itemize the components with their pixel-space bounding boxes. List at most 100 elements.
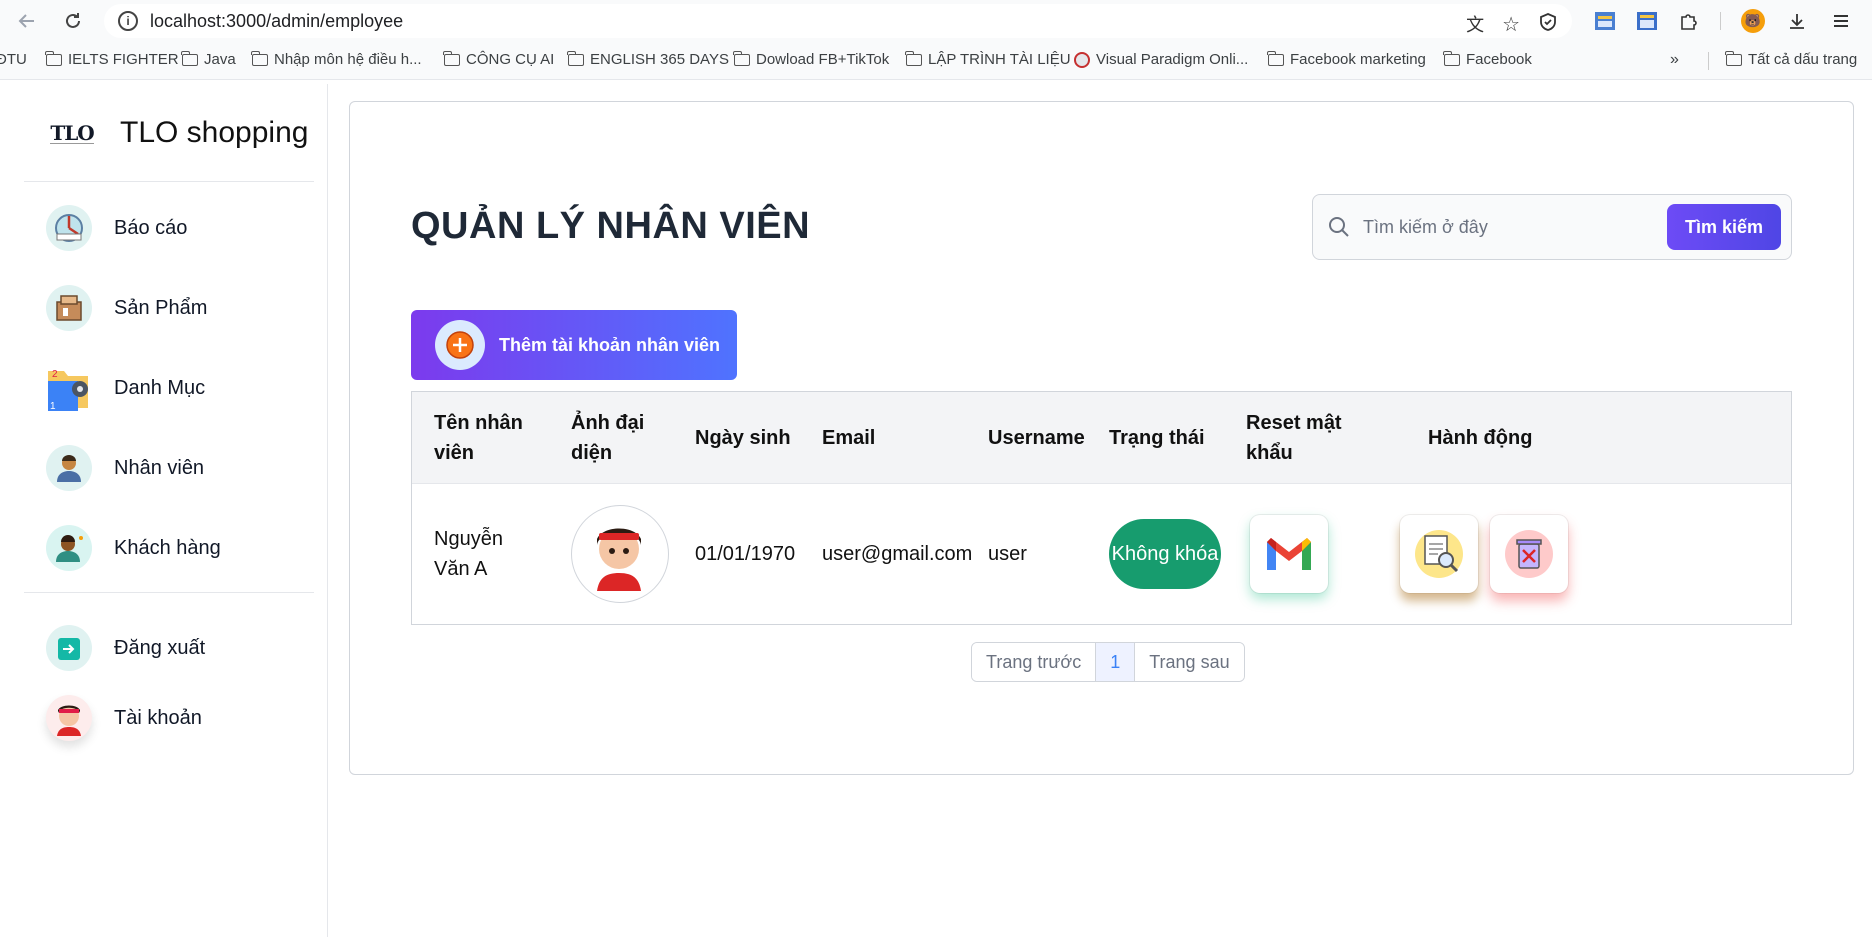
svg-text:1: 1	[50, 401, 56, 412]
folder-icon	[1725, 50, 1742, 66]
add-circle-icon	[435, 320, 485, 370]
bookmark-folder[interactable]: Facebook	[1443, 50, 1532, 68]
bookmark-item[interactable]: ĐTU	[0, 51, 27, 68]
account-avatar	[46, 695, 92, 741]
url-text: localhost:3000/admin/employee	[150, 10, 404, 31]
more-bookmarks-chevron-icon[interactable]: »	[1670, 51, 1679, 69]
report-icon	[46, 205, 92, 251]
bookmark-folder[interactable]: CÔNG CỤ AI	[443, 50, 554, 68]
folder-icon	[251, 50, 268, 66]
folder-icon	[443, 50, 460, 66]
sidebar-item-product[interactable]: Sản Phẩm	[46, 282, 207, 334]
column-header: Reset mật khẩu	[1246, 412, 1342, 464]
page-title: QUẢN LÝ NHÂN VIÊN	[411, 205, 811, 247]
back-arrow-icon[interactable]	[12, 6, 42, 36]
browser-toolbar: i localhost:3000/admin/employee 文 ☆ 🐻	[0, 0, 1872, 42]
sidebar-item-customer[interactable]: Khách hàng	[46, 522, 221, 574]
sidebar-item-report[interactable]: Báo cáo	[46, 202, 187, 254]
category-icon: 21	[46, 365, 92, 412]
column-header: Ảnh đại diện	[571, 412, 645, 464]
customer-icon	[46, 525, 92, 571]
extension-calc-icon[interactable]	[1634, 8, 1660, 34]
employee-username: user	[988, 543, 1027, 565]
folder-icon	[45, 50, 62, 66]
add-employee-button[interactable]: Thêm tài khoản nhân viên	[411, 310, 737, 380]
employee-name: Nguyễn Văn A	[434, 528, 503, 580]
bookmarks-bar: ĐTU IELTS FIGHTER Java Nhập môn hệ điều …	[0, 42, 1872, 80]
visual-paradigm-icon	[1074, 51, 1090, 68]
brand-name: TLO shopping	[120, 116, 309, 149]
main-card: QUẢN LÝ NHÂN VIÊN Tìm kiếm Thêm tài khoả…	[349, 101, 1854, 775]
bookmark-item[interactable]: Visual Paradigm Onli...	[1074, 51, 1248, 68]
sidebar-item-category[interactable]: 21 Danh Mục	[46, 362, 205, 414]
folder-icon	[905, 50, 922, 66]
sidebar-divider	[24, 592, 314, 593]
column-header: Tên nhân viên	[434, 412, 523, 464]
next-page-button[interactable]: Trang sau	[1135, 643, 1244, 681]
menu-icon[interactable]	[1828, 8, 1854, 34]
sidebar-item-account[interactable]: Tài khoản	[46, 692, 202, 744]
site-info-icon[interactable]: i	[118, 11, 138, 31]
search-box: Tìm kiếm	[1312, 194, 1792, 260]
column-header: Trạng thái	[1109, 427, 1205, 449]
brand-logo: TLO	[50, 120, 95, 145]
extensions-puzzle-icon[interactable]	[1676, 8, 1702, 34]
employee-table: Tên nhân viên Ảnh đại diện Ngày sinh Ema…	[411, 391, 1792, 625]
prev-page-button[interactable]: Trang trước	[972, 643, 1096, 681]
extension-sheet-icon[interactable]	[1592, 8, 1618, 34]
folder-icon	[733, 50, 750, 66]
bookmark-folder[interactable]: LẬP TRÌNH TÀI LIỆU	[905, 50, 1071, 68]
reset-password-cell	[1250, 484, 1328, 624]
bookmark-folder[interactable]: Facebook marketing	[1267, 50, 1426, 68]
pagination: Trang trước 1 Trang sau	[971, 642, 1245, 682]
sidebar-item-employee[interactable]: Nhân viên	[46, 442, 204, 494]
bookmark-folder[interactable]: Java	[181, 50, 236, 68]
bookmark-folder[interactable]: Nhập môn hệ điều h...	[251, 50, 422, 68]
shield-icon[interactable]	[1538, 12, 1558, 37]
search-input[interactable]	[1363, 209, 1663, 245]
sidebar-item-logout[interactable]: Đăng xuất	[46, 622, 205, 674]
employee-email: user@gmail.com	[822, 543, 973, 565]
folder-icon	[1443, 50, 1460, 66]
employee-avatar-cell	[571, 484, 669, 624]
table-row: Nguyễn Văn A 01/01/1970 user@gmail.com u…	[412, 484, 1791, 624]
employee-icon	[46, 445, 92, 491]
view-action-cell	[1400, 484, 1478, 624]
status-toggle-button[interactable]: Không khóa	[1109, 519, 1221, 589]
folder-icon	[1267, 50, 1284, 66]
download-icon[interactable]	[1784, 8, 1810, 34]
search-button[interactable]: Tìm kiếm	[1667, 204, 1781, 250]
bookmark-folder[interactable]: Dowload FB+TikTok	[733, 50, 889, 68]
column-header: Username	[988, 427, 1085, 449]
reload-icon[interactable]	[58, 6, 88, 36]
translate-icon[interactable]: 文	[1466, 11, 1484, 37]
gmail-reset-icon[interactable]	[1250, 515, 1328, 593]
folder-icon	[181, 50, 198, 66]
column-header: Hành động	[1428, 427, 1533, 449]
sidebar-divider	[24, 181, 314, 182]
column-header: Email	[822, 427, 876, 449]
delete-icon[interactable]	[1490, 515, 1568, 593]
bookmark-star-icon[interactable]: ☆	[1502, 12, 1520, 37]
status-cell: Không khóa	[1109, 484, 1221, 624]
view-details-icon[interactable]	[1400, 515, 1478, 593]
profile-avatar-icon[interactable]: 🐻	[1740, 8, 1766, 34]
search-icon	[1327, 215, 1351, 244]
logout-icon	[46, 625, 92, 671]
employee-dob: 01/01/1970	[695, 543, 796, 565]
bookmark-folder[interactable]: IELTS FIGHTER	[45, 50, 179, 68]
product-icon	[46, 285, 92, 331]
folder-icon	[567, 50, 584, 66]
column-header: Ngày sinh	[695, 427, 791, 449]
page-1-button[interactable]: 1	[1095, 643, 1136, 681]
bookmark-folder[interactable]: ENGLISH 365 DAYS	[567, 50, 729, 68]
svg-text:2: 2	[52, 369, 58, 380]
address-bar[interactable]: i localhost:3000/admin/employee 文 ☆	[104, 4, 1572, 38]
sidebar: TLO TLO shopping Báo cáo Sản Phẩm 21 Dan…	[10, 84, 328, 937]
brand[interactable]: TLO TLO shopping	[50, 116, 308, 150]
delete-action-cell	[1490, 484, 1568, 624]
table-header: Tên nhân viên Ảnh đại diện Ngày sinh Ema…	[412, 392, 1791, 484]
add-employee-label: Thêm tài khoản nhân viên	[499, 334, 721, 355]
employee-avatar	[571, 505, 669, 603]
all-bookmarks-folder[interactable]: Tất cả dấu trang	[1725, 50, 1857, 68]
